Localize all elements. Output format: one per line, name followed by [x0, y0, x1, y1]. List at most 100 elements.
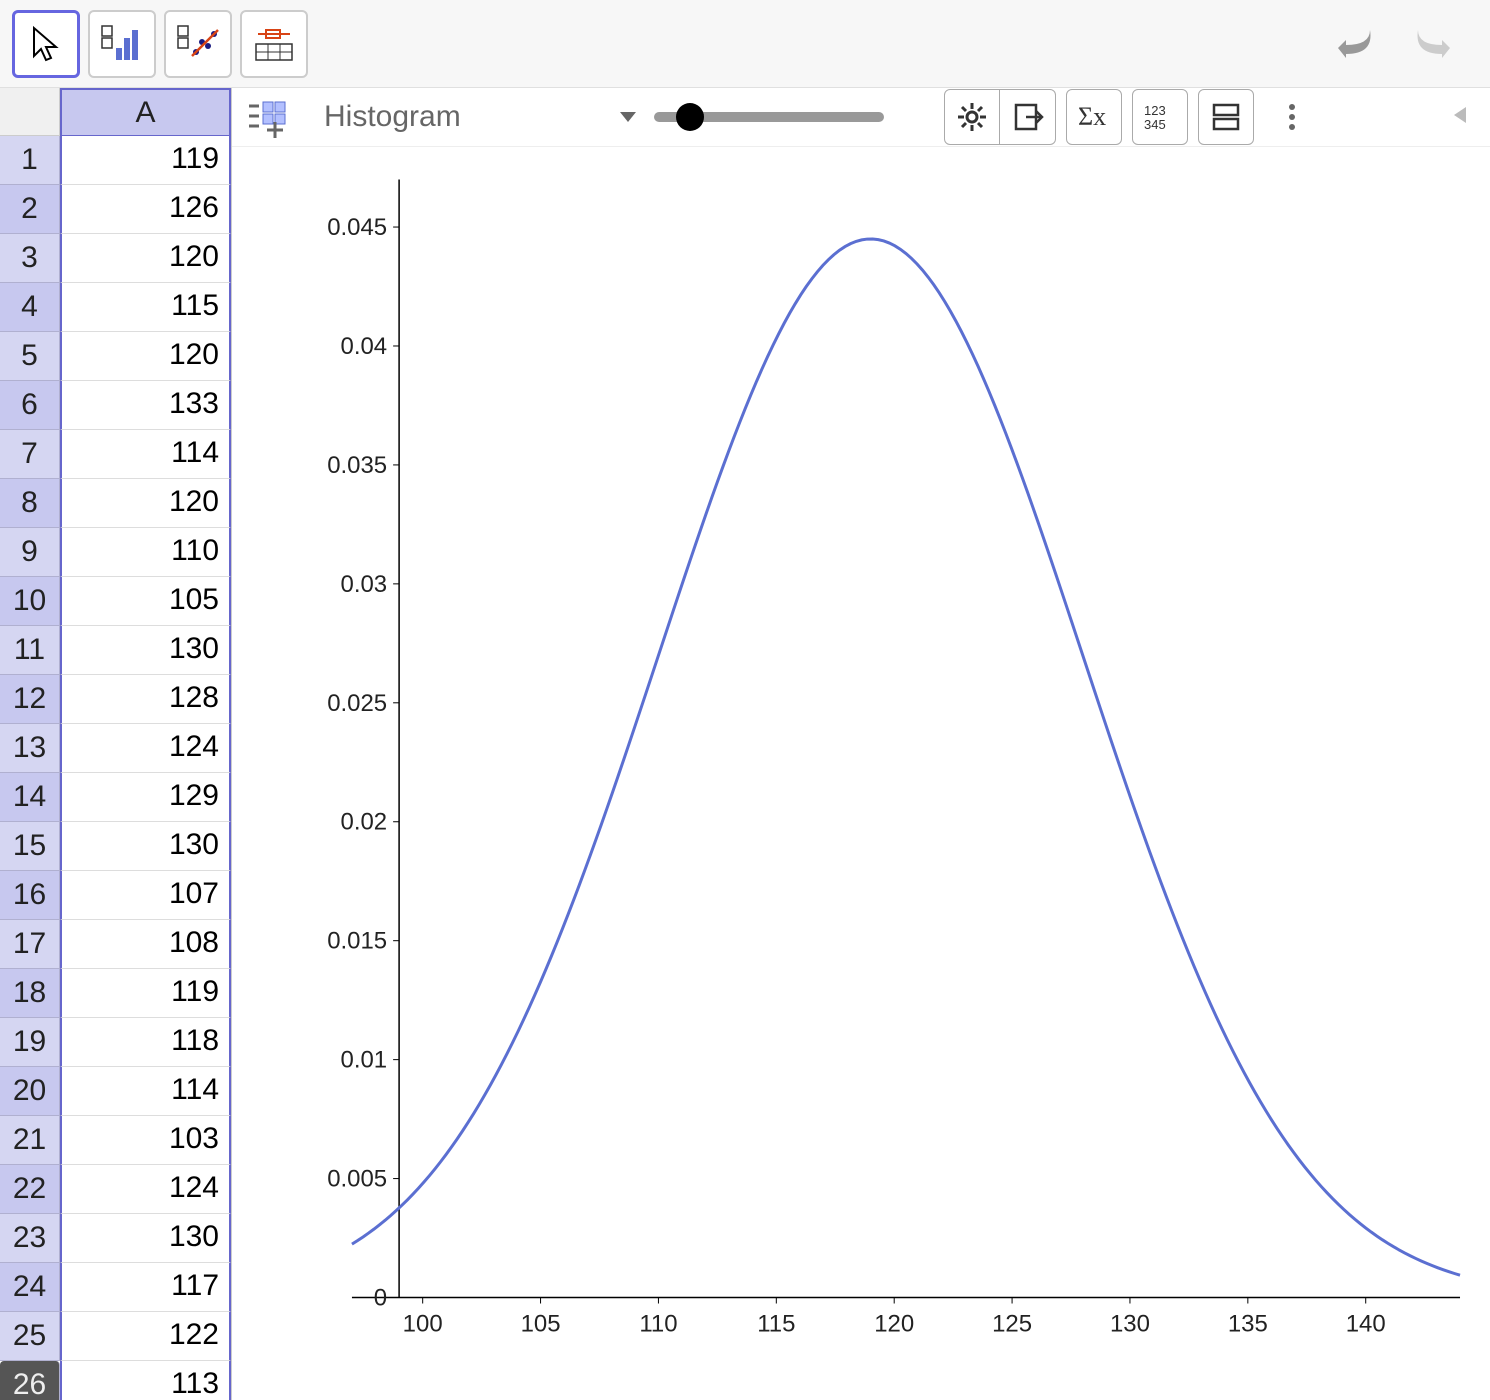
table-row[interactable]: 20114	[0, 1067, 231, 1116]
row-number[interactable]: 5	[0, 332, 60, 381]
row-number[interactable]: 25	[0, 1312, 60, 1361]
cell[interactable]: 107	[60, 871, 231, 920]
cell[interactable]: 114	[60, 430, 231, 479]
row-number[interactable]: 20	[0, 1067, 60, 1116]
row-number[interactable]: 12	[0, 675, 60, 724]
cell[interactable]: 128	[60, 675, 231, 724]
cell[interactable]: 130	[60, 626, 231, 675]
export-button[interactable]	[1000, 89, 1056, 145]
table-row[interactable]: 17108	[0, 920, 231, 969]
table-row[interactable]: 11130	[0, 626, 231, 675]
table-row[interactable]: 10105	[0, 577, 231, 626]
multi-var-analysis-button[interactable]	[240, 10, 308, 78]
cell[interactable]: 103	[60, 1116, 231, 1165]
row-number[interactable]: 8	[0, 479, 60, 528]
spreadsheet-body[interactable]: 1119212631204115512061337114812091101010…	[0, 136, 231, 1400]
table-row[interactable]: 23130	[0, 1214, 231, 1263]
data-source-icon	[245, 100, 289, 140]
row-number[interactable]: 14	[0, 773, 60, 822]
row-number[interactable]: 9	[0, 528, 60, 577]
row-number[interactable]: 3	[0, 234, 60, 283]
row-number[interactable]: 13	[0, 724, 60, 773]
table-row[interactable]: 3120	[0, 234, 231, 283]
table-row[interactable]: 5120	[0, 332, 231, 381]
cell[interactable]: 120	[60, 479, 231, 528]
cell[interactable]: 122	[60, 1312, 231, 1361]
spreadsheet-corner[interactable]	[0, 88, 60, 136]
table-row[interactable]: 22124	[0, 1165, 231, 1214]
options-button[interactable]	[944, 89, 1000, 145]
show-second-plot-button[interactable]	[1198, 89, 1254, 145]
cell[interactable]: 120	[60, 234, 231, 283]
row-number[interactable]: 23	[0, 1214, 60, 1263]
cell[interactable]: 120	[60, 332, 231, 381]
chart-area[interactable]: 00.0050.010.0150.020.0250.030.0350.040.0…	[232, 147, 1490, 1400]
two-var-regression-button[interactable]	[164, 10, 232, 78]
table-row[interactable]: 12128	[0, 675, 231, 724]
table-row[interactable]: 24117	[0, 1263, 231, 1312]
cell[interactable]: 124	[60, 724, 231, 773]
table-row[interactable]: 9110	[0, 528, 231, 577]
one-var-analysis-button[interactable]	[88, 10, 156, 78]
class-width-slider[interactable]	[654, 112, 934, 122]
row-number[interactable]: 15	[0, 822, 60, 871]
cell[interactable]: 118	[60, 1018, 231, 1067]
row-number[interactable]: 2	[0, 185, 60, 234]
chart-type-select[interactable]: Histogram	[314, 94, 644, 140]
cell[interactable]: 113	[60, 1361, 231, 1400]
cell[interactable]: 130	[60, 822, 231, 871]
table-row[interactable]: 25122	[0, 1312, 231, 1361]
row-number[interactable]: 19	[0, 1018, 60, 1067]
show-data-source-button[interactable]	[238, 96, 296, 144]
cell[interactable]: 126	[60, 185, 231, 234]
row-number[interactable]: 18	[0, 969, 60, 1018]
row-number[interactable]: 11	[0, 626, 60, 675]
cell[interactable]: 117	[60, 1263, 231, 1312]
cell[interactable]: 119	[60, 969, 231, 1018]
undo-button[interactable]	[1326, 20, 1390, 68]
row-number[interactable]: 6	[0, 381, 60, 430]
table-row[interactable]: 13124	[0, 724, 231, 773]
table-row[interactable]: 15130	[0, 822, 231, 871]
show-statistics-button[interactable]: Σx	[1066, 89, 1122, 145]
more-menu-button[interactable]	[1264, 89, 1320, 145]
row-number[interactable]: 1	[0, 136, 60, 185]
collapse-panel-button[interactable]	[1442, 95, 1478, 140]
row-number[interactable]: 10	[0, 577, 60, 626]
column-header-a[interactable]: A	[60, 88, 231, 136]
cell[interactable]: 110	[60, 528, 231, 577]
table-row[interactable]: 4115	[0, 283, 231, 332]
kebab-icon	[1286, 101, 1298, 133]
row-number[interactable]: 21	[0, 1116, 60, 1165]
table-row[interactable]: 14129	[0, 773, 231, 822]
table-row[interactable]: 1119	[0, 136, 231, 185]
cell[interactable]: 115	[60, 283, 231, 332]
cell[interactable]: 124	[60, 1165, 231, 1214]
cell[interactable]: 133	[60, 381, 231, 430]
cell[interactable]: 119	[60, 136, 231, 185]
cell[interactable]: 114	[60, 1067, 231, 1116]
table-row[interactable]: 16107	[0, 871, 231, 920]
row-number[interactable]: 17	[0, 920, 60, 969]
row-number[interactable]: 26	[0, 1361, 60, 1400]
row-number[interactable]: 24	[0, 1263, 60, 1312]
cell[interactable]: 105	[60, 577, 231, 626]
cell[interactable]: 130	[60, 1214, 231, 1263]
row-number[interactable]: 16	[0, 871, 60, 920]
row-number[interactable]: 22	[0, 1165, 60, 1214]
table-row[interactable]: 26113	[0, 1361, 231, 1400]
table-row[interactable]: 6133	[0, 381, 231, 430]
table-row[interactable]: 21103	[0, 1116, 231, 1165]
move-tool-button[interactable]	[12, 10, 80, 78]
table-row[interactable]: 8120	[0, 479, 231, 528]
table-row[interactable]: 19118	[0, 1018, 231, 1067]
row-number[interactable]: 7	[0, 430, 60, 479]
cell[interactable]: 129	[60, 773, 231, 822]
redo-button[interactable]	[1398, 20, 1462, 68]
table-row[interactable]: 18119	[0, 969, 231, 1018]
cell[interactable]: 108	[60, 920, 231, 969]
row-number[interactable]: 4	[0, 283, 60, 332]
table-row[interactable]: 7114	[0, 430, 231, 479]
show-data-button[interactable]: 123345	[1132, 89, 1188, 145]
table-row[interactable]: 2126	[0, 185, 231, 234]
